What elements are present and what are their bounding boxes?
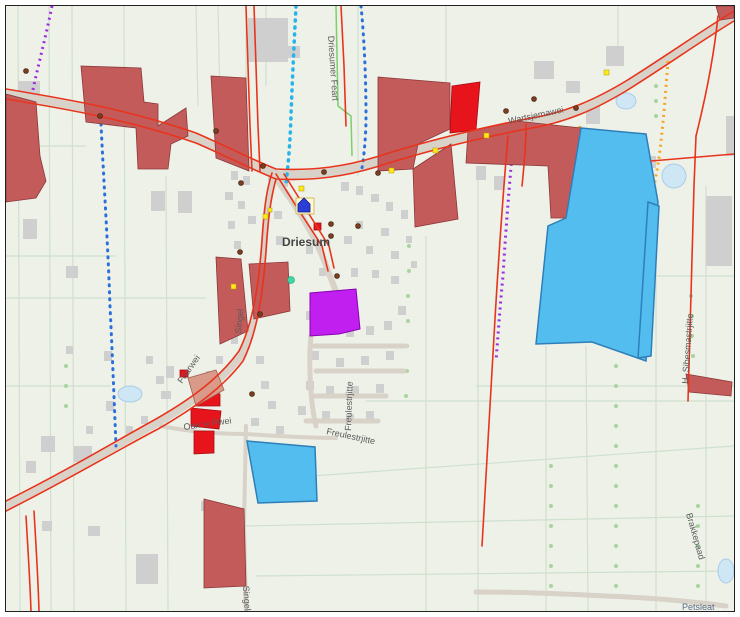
green-dot-marker — [287, 276, 295, 284]
map-canvas[interactable]: Driesum Driesumer Feart Singel Singel Fo… — [6, 6, 734, 611]
town-label: Driesum — [282, 235, 330, 249]
street-label-singel-lower: Singel — [241, 585, 253, 611]
church-icon — [295, 197, 315, 215]
water-label-petsleat: Petsleat — [682, 602, 715, 611]
map-viewport[interactable]: Driesum Driesumer Feart Singel Singel Fo… — [5, 5, 735, 612]
street-label-freulestrjitte-2: Freulestrjitte — [343, 381, 355, 431]
purple-area — [309, 288, 361, 337]
